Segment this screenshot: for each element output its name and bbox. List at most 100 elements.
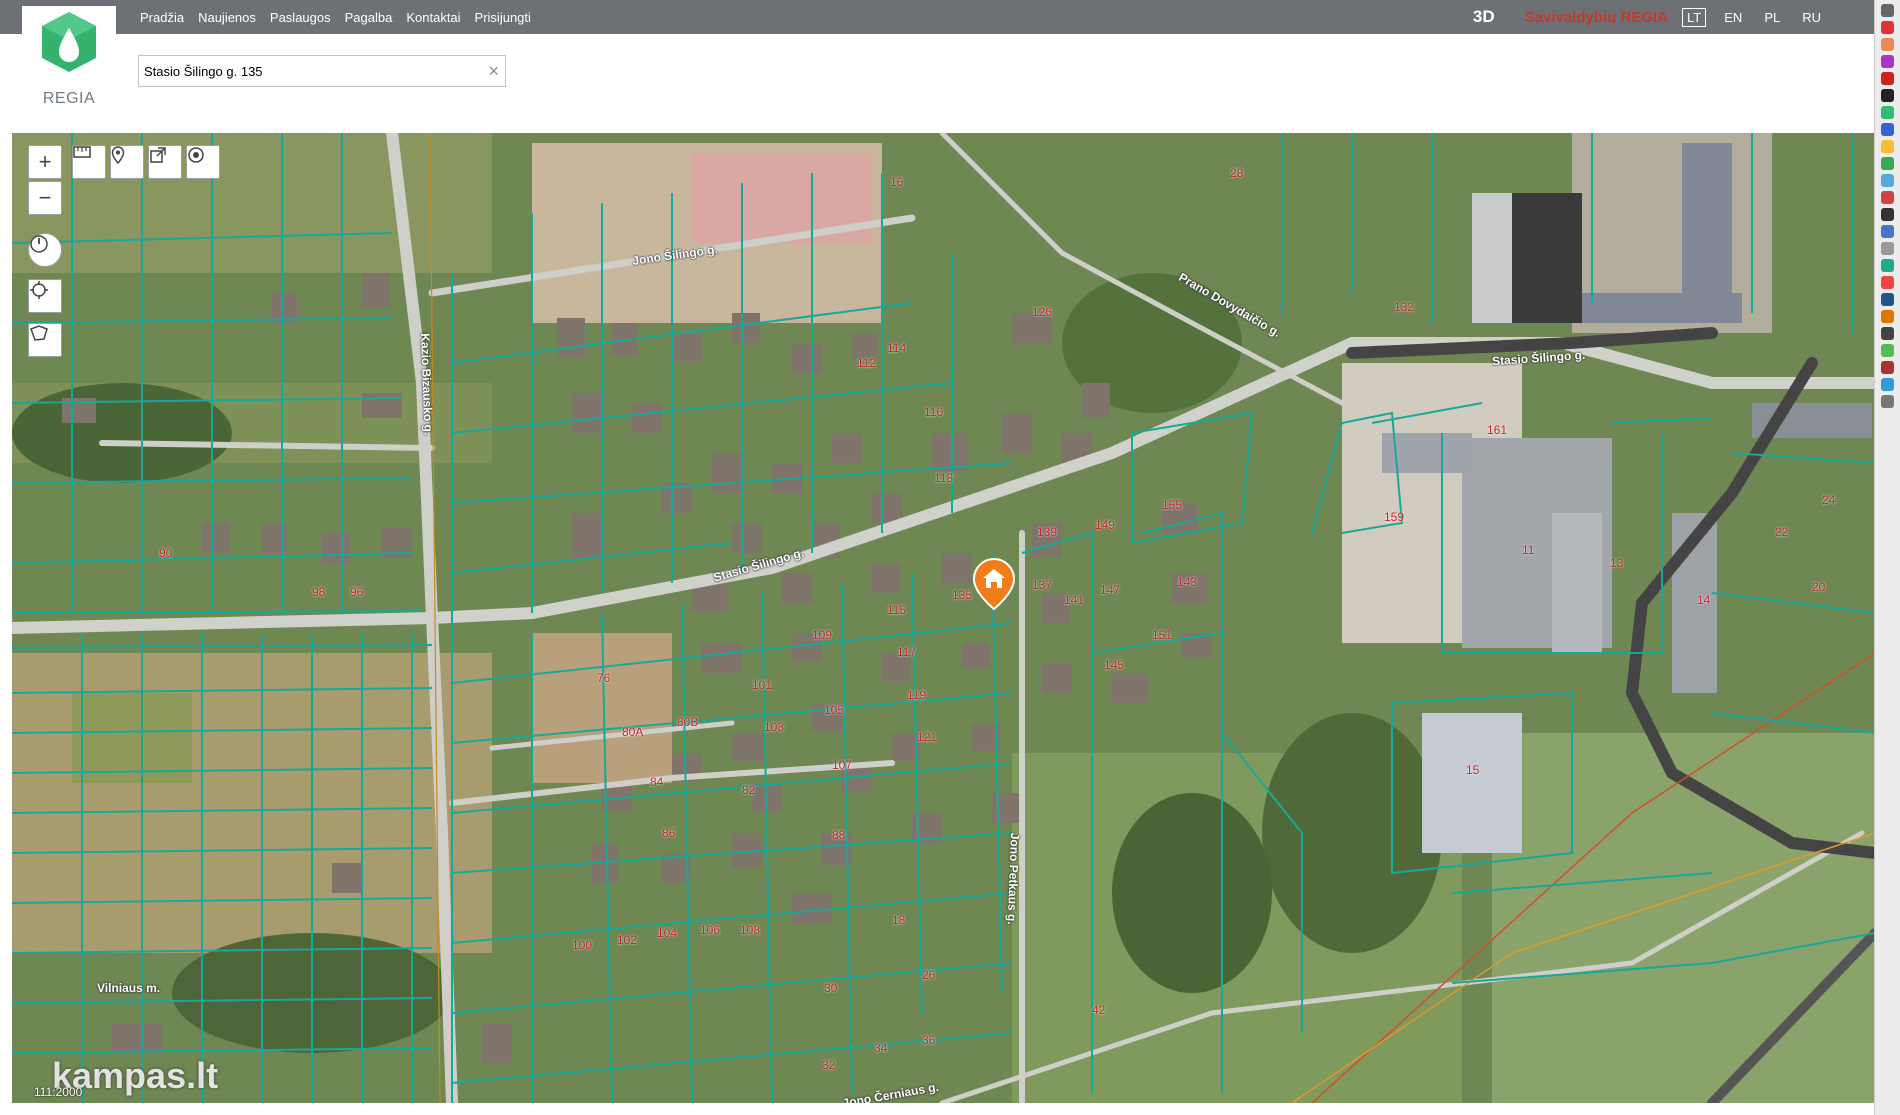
parcel-label: 20 (1812, 580, 1826, 594)
extension-icon[interactable] (1881, 225, 1894, 238)
parcel-label: 11 (1522, 543, 1535, 557)
parcel-label: 28 (1230, 166, 1244, 180)
lang-en[interactable]: EN (1720, 9, 1746, 26)
gps-button[interactable] (28, 279, 62, 313)
parcel-label: 26 (922, 968, 936, 982)
nav-item-news[interactable]: Naujienos (198, 10, 256, 25)
extension-icon[interactable] (1881, 378, 1894, 391)
parcel-label: 106 (700, 923, 721, 937)
clear-search-icon[interactable]: × (488, 61, 499, 81)
zoom-in-button[interactable]: + (28, 145, 62, 179)
parcel-label: 42 (1092, 1003, 1106, 1017)
parcel-label: 161 (1487, 423, 1508, 437)
map-imagery (12, 133, 1875, 1103)
crosshair-icon (30, 281, 48, 299)
share-map-button[interactable] (148, 145, 182, 179)
extension-icon[interactable] (1881, 106, 1894, 119)
extension-icon[interactable] (1881, 174, 1894, 187)
nav-item-contacts[interactable]: Kontaktai (406, 10, 460, 25)
extension-icon[interactable] (1881, 276, 1894, 289)
regia-logo-icon (42, 12, 96, 72)
parcel-label: 13 (1610, 556, 1624, 570)
parcel-label: 100 (572, 938, 593, 952)
lang-ru[interactable]: RU (1798, 9, 1825, 26)
parcel-label: 145 (1104, 658, 1125, 672)
main-nav: Pradžia Naujienos Paslaugos Pagalba Kont… (140, 0, 531, 34)
extension-icon[interactable] (1881, 140, 1894, 153)
right-nav: 3D Savivaldybių REGIA LT EN PL RU (1473, 0, 1825, 34)
extension-icon[interactable] (1881, 157, 1894, 170)
extension-icon[interactable] (1881, 242, 1894, 255)
lang-pl[interactable]: PL (1760, 9, 1784, 26)
parcel-label: 119 (907, 688, 927, 702)
location-marker[interactable] (972, 557, 1016, 611)
area-select-button[interactable] (28, 323, 62, 357)
polygon-icon (30, 325, 48, 341)
parcel-label: 107 (832, 758, 853, 772)
parcel-label: 151 (1152, 628, 1173, 642)
nav-item-services[interactable]: Paslaugos (270, 10, 331, 25)
extension-icon[interactable] (1881, 89, 1894, 102)
address-search-input[interactable] (139, 56, 474, 86)
nav-item-help[interactable]: Pagalba (345, 10, 393, 25)
logo-text: REGIA (42, 90, 96, 107)
extension-icon[interactable] (1881, 259, 1894, 272)
place-marker-button[interactable] (110, 145, 144, 179)
measure-tool-button[interactable] (72, 145, 106, 179)
parcel-label: 90 (159, 546, 173, 560)
parcel-label: 76 (597, 671, 611, 685)
parcel-label: 139 (1037, 525, 1058, 539)
parcel-label: 143 (1177, 575, 1198, 589)
map-scale-text: 111:2000 (34, 1085, 83, 1099)
locate-button[interactable] (186, 145, 220, 179)
parcel-label: 101 (752, 678, 773, 692)
brand-link[interactable]: Savivaldybių REGIA (1525, 9, 1668, 26)
parcel-label: 121 (917, 730, 938, 744)
extension-icon[interactable] (1881, 123, 1894, 136)
menu-icon[interactable] (1881, 4, 1894, 17)
parcel-label: 80A (622, 725, 644, 739)
ruler-icon (73, 146, 91, 158)
clock-icon (30, 235, 48, 253)
regia-logo[interactable]: REGIA (22, 6, 116, 110)
parcel-label: 105 (824, 703, 845, 717)
extension-icon[interactable] (1881, 191, 1894, 204)
parcel-label: 117 (897, 645, 917, 659)
parcel-label: 36 (922, 1033, 936, 1047)
parcel-label: 104 (657, 926, 678, 940)
extension-icon[interactable] (1881, 310, 1894, 323)
parcel-label: 22 (1775, 525, 1789, 539)
parcel-label: 149 (1095, 518, 1116, 532)
parcel-label: 135 (952, 588, 973, 602)
extension-icon[interactable] (1881, 72, 1894, 85)
zoom-out-button[interactable]: − (28, 181, 62, 215)
extension-icon[interactable] (1881, 55, 1894, 68)
nav-item-login[interactable]: Prisijungti (475, 10, 531, 25)
parcel-label: 98 (312, 585, 326, 599)
parcel-label: 137 (1032, 578, 1053, 592)
history-button[interactable] (28, 233, 62, 267)
parcel-label: 108 (740, 923, 761, 937)
parcel-label: 147 (1100, 583, 1121, 597)
extension-icon[interactable] (1881, 21, 1894, 34)
extension-icon[interactable] (1881, 293, 1894, 306)
extension-icon[interactable] (1881, 208, 1894, 221)
nav-item-home[interactable]: Pradžia (140, 10, 184, 25)
parcel-label: 109 (812, 628, 833, 642)
extension-icon[interactable] (1881, 361, 1894, 374)
street-label-vilniaus-m: Vilniaus m. (97, 981, 161, 995)
parcel-label: 102 (617, 933, 638, 947)
extension-icon[interactable] (1881, 395, 1894, 408)
address-search: × (138, 55, 506, 87)
extension-icon[interactable] (1881, 344, 1894, 357)
map-canvas[interactable]: Jono Šilingo g. Prano Dovydaičio g. Stas… (12, 133, 1875, 1103)
lang-lt[interactable]: LT (1682, 7, 1707, 27)
extension-icon[interactable] (1881, 327, 1894, 340)
parcel-label: 116 (924, 405, 944, 419)
map-pin-icon (111, 146, 125, 164)
top-bar: Pradžia Naujienos Paslaugos Pagalba Kont… (0, 0, 1875, 34)
parcel-label: 155 (1162, 498, 1183, 512)
target-icon (188, 147, 204, 163)
mode-3d-button[interactable]: 3D (1473, 7, 1495, 27)
extension-icon[interactable] (1881, 38, 1894, 51)
